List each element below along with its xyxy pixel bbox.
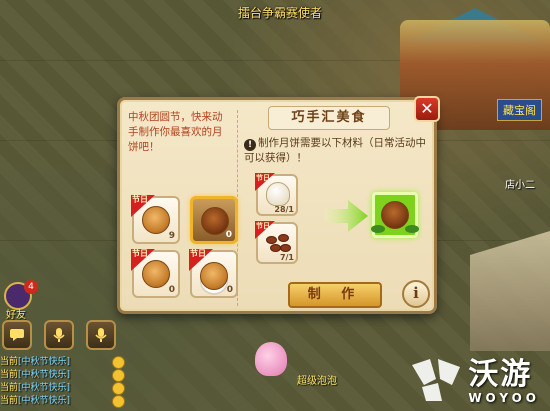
material-count: 28/1 bbox=[274, 205, 294, 214]
make-button[interactable]: 制 作 bbox=[288, 282, 382, 308]
materials-info: ! 制作月饼需要以下材料（日常活动中可以获得）！ bbox=[244, 136, 432, 165]
smiley-emoji-icon bbox=[112, 369, 125, 382]
watermark-en-text: WOYOO bbox=[468, 391, 540, 405]
mooncake-slot[interactable]: 节日 9 bbox=[131, 195, 180, 244]
smiley-emoji-icon bbox=[112, 395, 125, 408]
mooncake-slot-selected[interactable]: 0 bbox=[190, 196, 238, 244]
materials-info-text: 制作月饼需要以下材料（日常活动中可以获得）！ bbox=[244, 137, 426, 164]
chat-line: 当前[中秋节快乐] bbox=[0, 357, 71, 367]
mooncake-grid: 节日 9 0 节日 0 节日 0 bbox=[131, 195, 238, 298]
microphone-icon bbox=[53, 328, 65, 342]
crafting-panel: 巧手汇美食 ✕ ! 制作月饼需要以下材料（日常活动中可以获得）！ 节日 28/1 … bbox=[244, 96, 440, 308]
npc-level-label[interactable]: 超级泡泡 bbox=[297, 372, 337, 387]
mooncake-count: 0 bbox=[168, 285, 175, 295]
mooncake-plate-icon bbox=[200, 262, 228, 290]
chat-line: 当前[中秋节快乐] bbox=[0, 370, 71, 380]
chat-line: 当前[中秋节快乐] bbox=[0, 396, 71, 406]
pink-pet-npc[interactable] bbox=[255, 342, 287, 376]
mooncake-slot[interactable]: 节日 0 bbox=[131, 249, 180, 298]
microphone-icon bbox=[95, 328, 107, 342]
chat-emoji-column bbox=[112, 356, 125, 408]
chat-line: 当前[中秋节快乐] bbox=[0, 383, 71, 393]
red-beans-icon bbox=[264, 234, 292, 254]
crafted-mooncake-result[interactable] bbox=[371, 192, 419, 238]
mooncake-icon bbox=[142, 260, 170, 288]
mooncake-count: 9 bbox=[168, 231, 175, 241]
npc-title-top: 擂台争霸赛使者 bbox=[237, 6, 322, 20]
chat-log[interactable]: 当前[中秋节快乐] 当前[中秋节快乐] 当前[中秋节快乐] 当前[中秋节快乐] bbox=[0, 356, 200, 408]
close-button[interactable]: ✕ bbox=[414, 96, 440, 122]
woyoo-logo-icon bbox=[412, 359, 461, 401]
material-slot-flour[interactable]: 节日 28/1 bbox=[255, 173, 298, 216]
smiley-emoji-icon bbox=[112, 382, 125, 395]
smiley-emoji-icon bbox=[112, 356, 125, 369]
watermark-cn-text: 沃游 bbox=[468, 357, 533, 392]
game-scene: 擂台争霸赛使者 藏宝阁 店小二 4 好友 当前[中秋节快乐] 当前[中秋节快乐]… bbox=[0, 0, 550, 411]
voice-team-button[interactable] bbox=[86, 320, 116, 350]
mooncake-craft-dialog: 中秋团圆节，快来动手制作你最喜欢的月饼吧！ 节日 9 0 节日 0 节日 0 巧… bbox=[117, 96, 440, 314]
material-slot-beans[interactable]: 节日 7/1 bbox=[255, 221, 298, 264]
craft-arrow-icon bbox=[324, 200, 368, 232]
exclamation-icon: ! bbox=[244, 139, 256, 151]
chat-bubble-button[interactable] bbox=[2, 320, 32, 350]
event-intro-text: 中秋团圆节，快来动手制作你最喜欢的月饼吧！ bbox=[128, 111, 223, 153]
mooncake-selection-panel: 中秋团圆节，快来动手制作你最喜欢的月饼吧！ 节日 9 0 节日 0 节日 0 bbox=[128, 110, 238, 306]
friends-count-badge: 4 bbox=[24, 280, 38, 294]
treasure-pavilion-sign[interactable]: 藏宝阁 bbox=[497, 99, 542, 121]
leaf-decoration bbox=[405, 225, 419, 233]
mooncake-count: 0 bbox=[226, 285, 233, 295]
mooncake-count: 0 bbox=[225, 230, 232, 240]
mooncake-icon bbox=[381, 201, 409, 229]
chat-bubble-icon bbox=[10, 329, 24, 341]
voice-world-button[interactable] bbox=[44, 320, 74, 350]
dialog-title: 巧手汇美食 bbox=[268, 106, 390, 130]
leaf-decoration bbox=[371, 225, 385, 233]
material-count: 7/1 bbox=[279, 253, 294, 262]
npc-shop-assistant-label[interactable]: 店小二 bbox=[505, 176, 535, 191]
friends-label[interactable]: 好友 bbox=[6, 306, 26, 321]
mooncake-icon bbox=[142, 206, 170, 234]
market-tent bbox=[470, 231, 550, 351]
woyoo-watermark: 沃游 WOYOO bbox=[408, 355, 540, 405]
info-button[interactable]: i bbox=[402, 280, 430, 308]
mooncake-slot[interactable]: 节日 0 bbox=[189, 249, 238, 298]
flour-sack-icon bbox=[266, 182, 290, 206]
